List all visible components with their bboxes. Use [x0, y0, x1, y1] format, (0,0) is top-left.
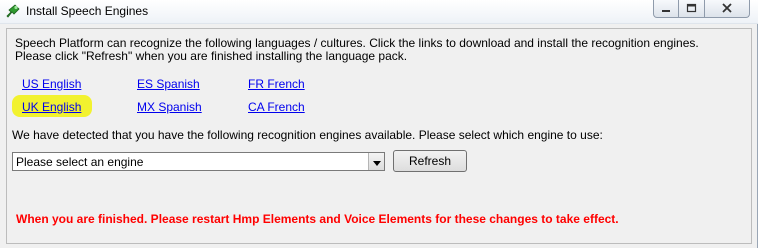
- speech-engine-app-icon: [5, 3, 21, 19]
- detect-text: We have detected that you have the follo…: [12, 128, 603, 142]
- engine-select[interactable]: Please select an engine: [12, 152, 385, 171]
- refresh-button[interactable]: Refresh: [393, 150, 467, 172]
- chevron-down-icon: [372, 155, 381, 169]
- intro-text: Speech Platform can recognize the follow…: [15, 36, 699, 63]
- minimize-button[interactable]: [653, 0, 679, 18]
- title-bar[interactable]: Install Speech Engines: [0, 0, 758, 24]
- window-title: Install Speech Engines: [26, 4, 149, 18]
- maximize-icon: [686, 2, 697, 16]
- window-controls: [653, 0, 750, 18]
- link-mx-spanish[interactable]: MX Spanish: [137, 100, 202, 114]
- close-icon: [722, 2, 732, 16]
- link-es-spanish[interactable]: ES Spanish: [137, 77, 200, 91]
- dropdown-arrow-button[interactable]: [368, 153, 384, 170]
- minimize-icon: [661, 2, 671, 16]
- link-uk-english[interactable]: UK English: [22, 100, 81, 114]
- install-speech-engines-window: Install Speech Engines Speech Platform c…: [0, 0, 758, 248]
- link-us-english[interactable]: US English: [22, 77, 81, 91]
- engine-select-value: Please select an engine: [16, 155, 144, 169]
- close-button[interactable]: [705, 0, 750, 18]
- restart-warning: When you are finished. Please restart Hm…: [16, 212, 619, 226]
- link-fr-french[interactable]: FR French: [248, 77, 305, 91]
- maximize-button[interactable]: [679, 0, 705, 18]
- link-ca-french[interactable]: CA French: [248, 100, 305, 114]
